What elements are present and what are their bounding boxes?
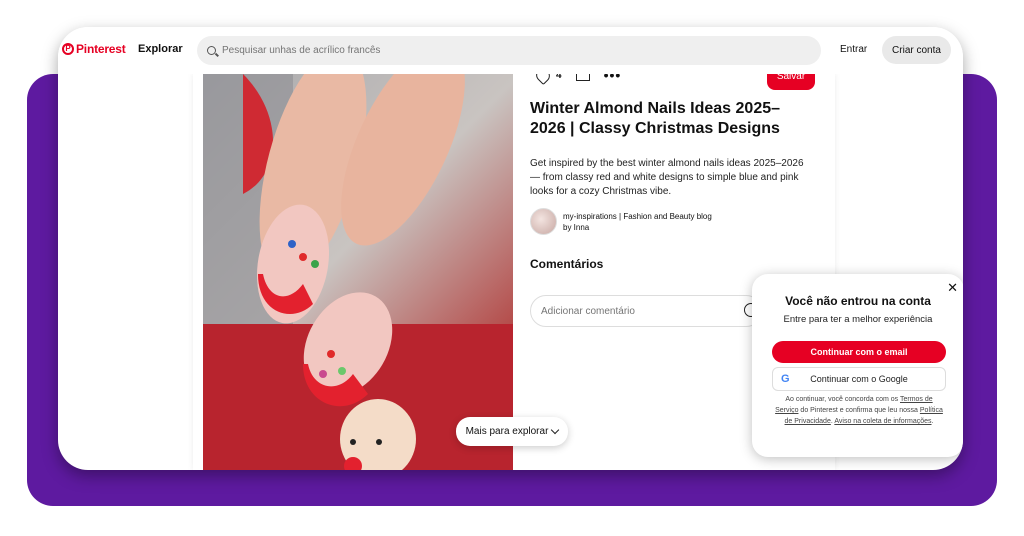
explore-link[interactable]: Explorar bbox=[138, 43, 183, 55]
legal-end: . bbox=[931, 418, 934, 425]
logo-text: Pinterest bbox=[76, 42, 126, 56]
login-link[interactable]: Entrar bbox=[840, 44, 867, 55]
pin-author[interactable]: my-inspirations | Fashion and Beauty blo… bbox=[530, 208, 712, 235]
continue-google-button[interactable]: G Continuar com o Google bbox=[772, 367, 946, 391]
notice-link[interactable]: Aviso na coleta de informações bbox=[834, 418, 931, 425]
legal-text: Ao continuar, você concorda com os Termo… bbox=[774, 394, 944, 427]
comment-input[interactable] bbox=[541, 305, 673, 317]
search-bar[interactable] bbox=[197, 36, 821, 65]
popup-subtitle: Entre para ter a melhor experiência bbox=[783, 314, 933, 325]
legal-mid: do Pinterest e confirma que leu nossa bbox=[800, 407, 918, 414]
author-name[interactable]: my-inspirations | Fashion and Beauty blo… bbox=[563, 211, 712, 222]
login-popup: ✕ Você não entrou na conta Entre para te… bbox=[752, 274, 963, 457]
search-input[interactable] bbox=[222, 45, 782, 56]
pin-title: Winter Almond Nails Ideas 2025–2026 | Cl… bbox=[530, 100, 781, 137]
avatar[interactable] bbox=[530, 208, 557, 235]
signup-button[interactable]: Criar conta bbox=[882, 36, 951, 64]
legal-prefix: Ao continuar, você concorda com os bbox=[785, 396, 899, 403]
comments-heading: Comentários bbox=[530, 257, 604, 271]
nail-photo-illustration bbox=[203, 74, 513, 470]
legal-dot: . bbox=[830, 418, 833, 425]
pinterest-logo[interactable]: P Pinterest bbox=[62, 42, 126, 56]
popup-title: Você não entrou na conta bbox=[785, 294, 931, 308]
pin-image[interactable] bbox=[203, 74, 513, 470]
search-icon bbox=[207, 46, 216, 55]
google-button-label: Continuar com o Google bbox=[810, 374, 908, 384]
google-icon: G bbox=[781, 373, 790, 385]
author-byline: by Inna bbox=[563, 222, 590, 232]
pinterest-p-icon: P bbox=[62, 43, 74, 55]
browser-window: P Pinterest Explorar Entrar Criar conta bbox=[58, 27, 963, 470]
pin-description: Get inspired by the best winter almond n… bbox=[530, 158, 804, 197]
comment-field[interactable] bbox=[530, 295, 762, 327]
header: P Pinterest Explorar Entrar Criar conta bbox=[58, 27, 963, 74]
more-to-explore-label: Mais para explorar bbox=[465, 426, 549, 437]
more-to-explore-button[interactable]: Mais para explorar bbox=[456, 417, 568, 446]
continue-email-button[interactable]: Continuar com o email bbox=[772, 341, 946, 363]
chevron-down-icon bbox=[551, 425, 560, 435]
